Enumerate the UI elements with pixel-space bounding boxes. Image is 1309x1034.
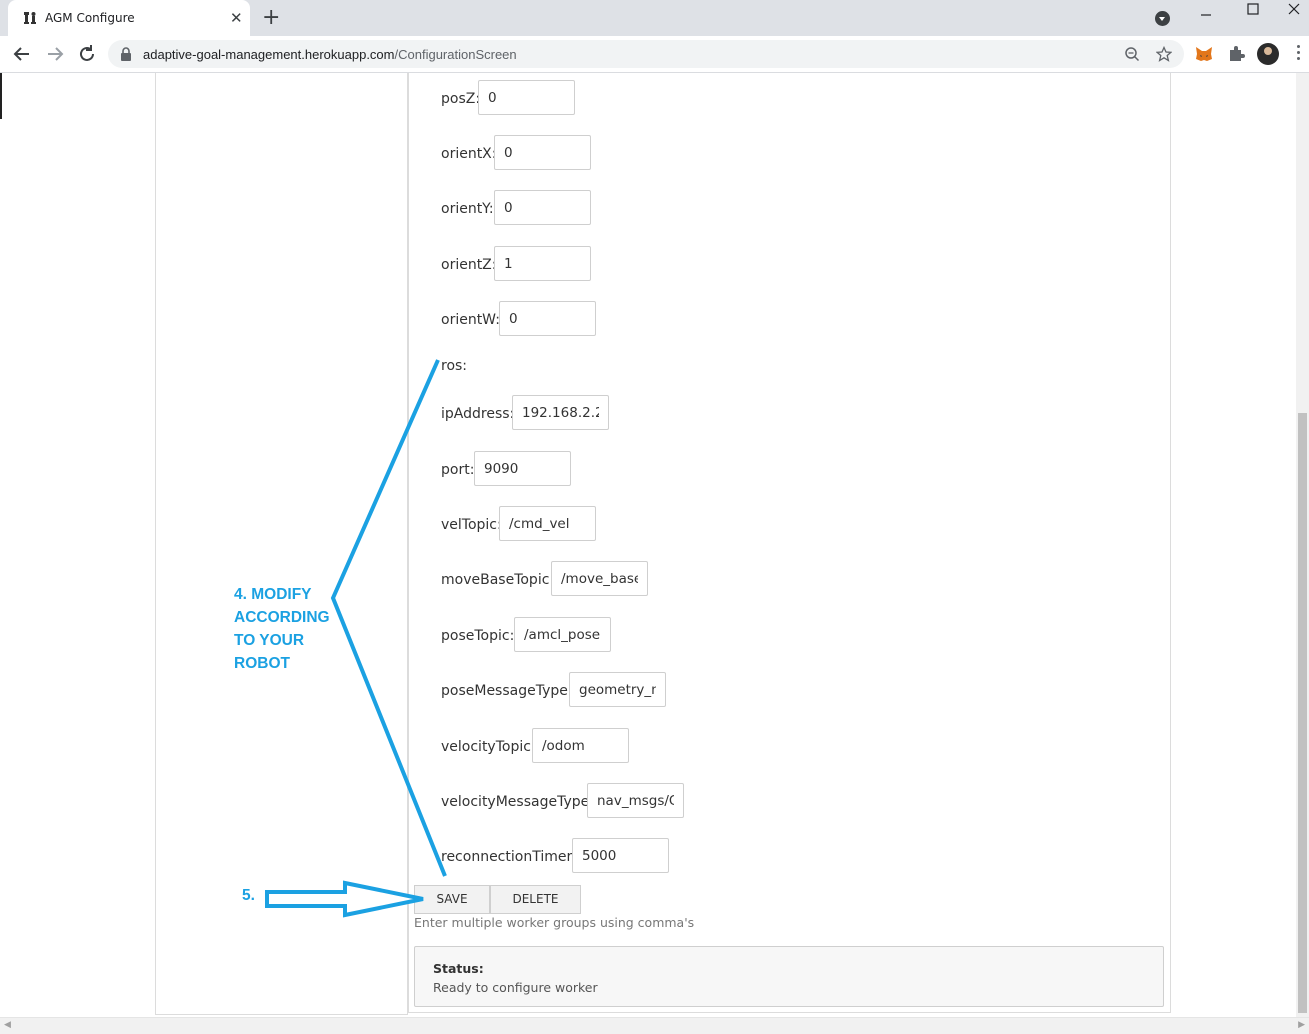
orientY-input[interactable]	[494, 190, 591, 225]
browser-toolbar: adaptive-goal-management.herokuapp.com/C…	[0, 36, 1309, 73]
velocityTopic-label: velocityTopic:	[441, 739, 536, 755]
minimize-icon[interactable]	[1199, 8, 1213, 22]
orientY-label: orientY:	[441, 201, 494, 217]
horizontal-scrollbar[interactable]: ◀ ▶	[0, 1017, 1309, 1034]
worker-groups-hint: Enter multiple worker groups using comma…	[414, 915, 695, 930]
orientZ-input[interactable]	[494, 246, 591, 281]
port-input[interactable]	[474, 451, 571, 486]
status-title: Status:	[433, 961, 484, 976]
velocityTopic-input[interactable]	[532, 728, 629, 763]
scrollbar-thumb[interactable]	[1298, 413, 1307, 1013]
lock-icon[interactable]	[120, 47, 132, 61]
orientW-input[interactable]	[499, 301, 596, 336]
reconnectionTimer-input[interactable]	[572, 838, 669, 873]
tab-close-icon[interactable]: ✕	[230, 9, 243, 27]
posZ-input[interactable]	[478, 80, 575, 115]
poseTopic-input[interactable]	[514, 617, 611, 652]
step4-line: ROBOT	[234, 655, 290, 672]
profile-avatar[interactable]	[1257, 43, 1279, 65]
maximize-icon[interactable]	[1246, 2, 1260, 16]
vertical-scrollbar[interactable]	[1296, 73, 1309, 1017]
poseTopic-label: poseTopic:	[441, 628, 515, 644]
left-edge-strip	[0, 73, 2, 119]
status-box: Status: Ready to configure worker	[414, 946, 1164, 1007]
chess-favicon-icon	[24, 12, 36, 24]
step4-line: ACCORDING	[234, 609, 330, 626]
step4-line: TO YOUR	[234, 632, 305, 649]
velocityMessageType-input[interactable]	[587, 783, 684, 818]
orientX-label: orientX:	[441, 146, 497, 162]
orientW-label: orientW:	[441, 312, 500, 328]
forward-arrow-icon[interactable]	[44, 43, 66, 65]
browser-tab-bar: AGM Configure ✕ +	[0, 0, 1309, 36]
poseMessageType-label: poseMessageType:	[441, 683, 573, 699]
left-panel	[155, 73, 408, 1015]
scroll-left-arrow-icon[interactable]: ◀	[4, 1020, 11, 1030]
step4-line: 4. MODIFY	[234, 586, 312, 603]
zoom-icon[interactable]	[1124, 46, 1140, 62]
port-label: port:	[441, 462, 475, 478]
posZ-label: posZ:	[441, 91, 481, 107]
address-bar[interactable]: adaptive-goal-management.herokuapp.com/C…	[108, 40, 1184, 68]
metamask-fox-icon[interactable]	[1194, 44, 1214, 64]
bookmark-star-icon[interactable]	[1156, 46, 1172, 62]
orientX-input[interactable]	[494, 135, 591, 170]
browser-tab[interactable]: AGM Configure ✕	[8, 0, 250, 36]
velocityMessageType-label: velocityMessageType:	[441, 794, 594, 810]
browser-menu-icon[interactable]	[1297, 45, 1300, 63]
orientZ-label: orientZ:	[441, 257, 497, 273]
extensions-puzzle-icon[interactable]	[1226, 44, 1246, 64]
reconnectionTimer-label: reconnectionTimer:	[441, 849, 577, 865]
url-text[interactable]: adaptive-goal-management.herokuapp.com/C…	[143, 47, 517, 62]
status-text: Ready to configure worker	[433, 980, 598, 995]
scroll-right-arrow-icon[interactable]: ▶	[1298, 1020, 1305, 1030]
tab-search-icon[interactable]	[1155, 11, 1170, 26]
velTopic-label: velTopic:	[441, 517, 502, 533]
back-arrow-icon[interactable]	[11, 43, 33, 65]
ipAddress-input[interactable]	[512, 395, 609, 430]
save-button[interactable]: SAVE	[414, 885, 490, 914]
ipAddress-label: ipAddress:	[441, 406, 515, 422]
delete-button[interactable]: DELETE	[490, 885, 581, 914]
velTopic-input[interactable]	[499, 506, 596, 541]
poseMessageType-input[interactable]	[569, 672, 666, 707]
url-path: /ConfigurationScreen	[394, 47, 517, 62]
moveBaseTopic-input[interactable]	[551, 561, 648, 596]
url-host: adaptive-goal-management.herokuapp.com	[143, 47, 395, 62]
reload-icon[interactable]	[76, 43, 98, 65]
close-window-icon[interactable]	[1287, 2, 1301, 16]
tab-title: AGM Configure	[45, 11, 135, 25]
step5-annotation: 5.	[242, 887, 255, 904]
page-viewport: posZ: orientX: orientY: orientZ: orientW…	[0, 73, 1309, 1017]
step4-annotation: 4. MODIFY ACCORDING TO YOUR ROBOT	[234, 583, 330, 675]
moveBaseTopic-label: moveBaseTopic:	[441, 572, 555, 588]
ros-section-label: ros:	[441, 358, 468, 374]
new-tab-button[interactable]: +	[262, 6, 280, 30]
